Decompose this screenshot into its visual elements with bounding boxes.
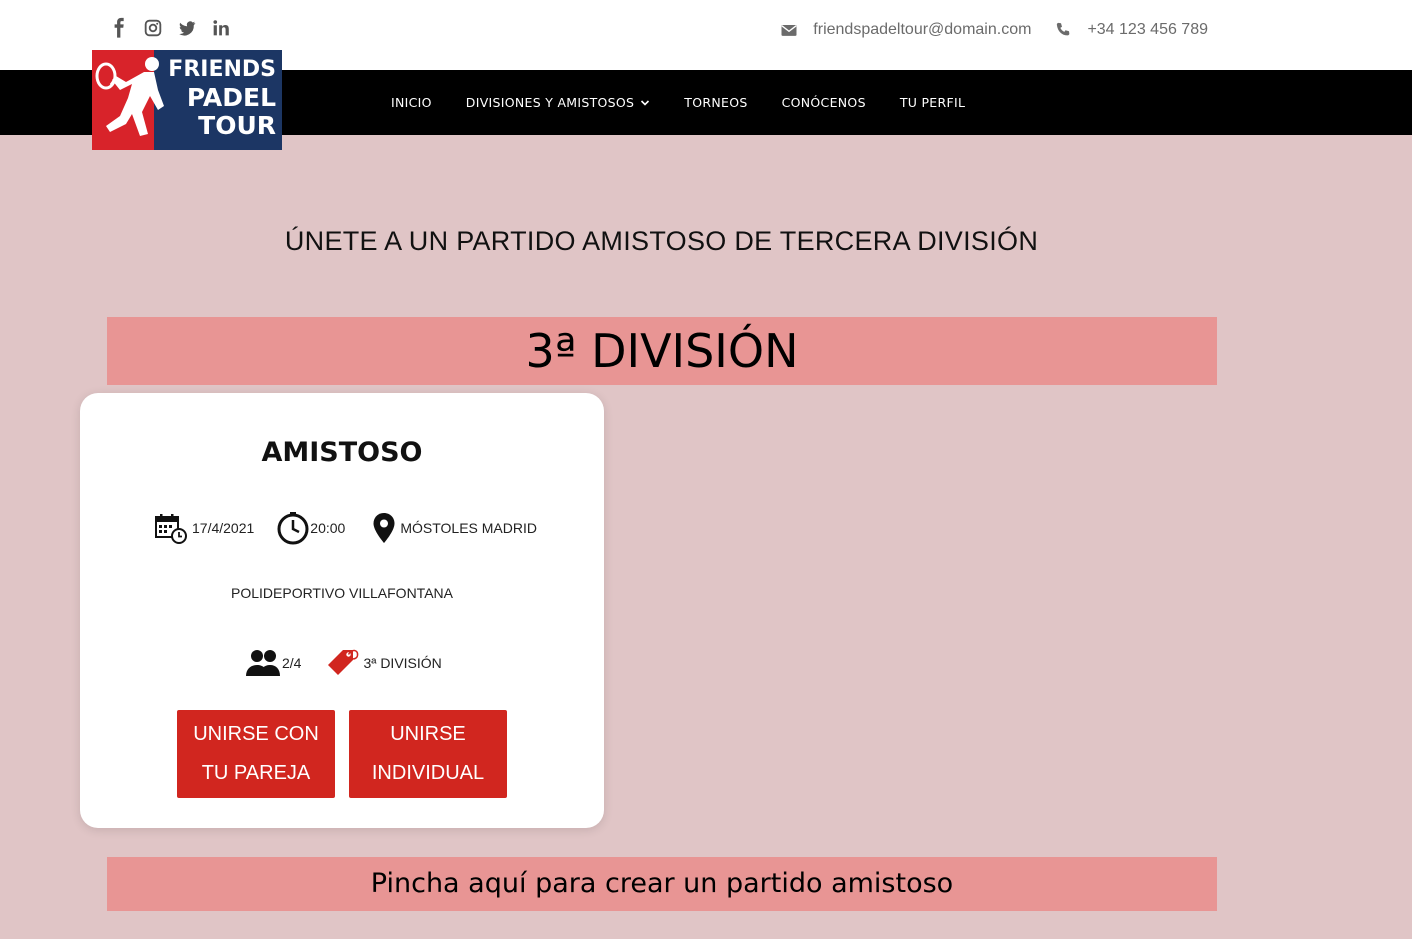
nav-item-conocenos[interactable]: CONÓCENOS bbox=[782, 95, 866, 110]
match-time: 20:00 bbox=[276, 511, 345, 545]
logo-line-3: TOUR bbox=[198, 111, 276, 140]
match-card: AMISTOSO 17/4/2021 20:00 MÓSTOLES MADRID… bbox=[80, 393, 604, 828]
button-label-line-2: INDIVIDUAL bbox=[371, 762, 485, 784]
contact-email[interactable]: friendspadeltour@domain.com bbox=[813, 21, 1031, 39]
social-links bbox=[108, 17, 244, 39]
users-icon bbox=[246, 650, 280, 676]
instagram-icon[interactable] bbox=[142, 17, 164, 39]
logo-text: FRIENDS PADEL TOUR bbox=[156, 56, 276, 140]
button-label-line-2: TU PAREJA bbox=[201, 762, 311, 784]
nav-item-label: INICIO bbox=[391, 95, 432, 110]
facebook-icon[interactable] bbox=[108, 17, 130, 39]
match-players-value: 2/4 bbox=[282, 655, 302, 671]
contact-phone[interactable]: +34 123 456 789 bbox=[1087, 21, 1208, 39]
phone-icon bbox=[1057, 22, 1070, 36]
main-nav: INICIO DIVISIONES Y AMISTOSOS TORNEOS CO… bbox=[391, 70, 999, 135]
page-title: ÚNETE A UN PARTIDO AMISTOSO DE TERCERA D… bbox=[284, 226, 1039, 256]
match-division: 3ª DIVISIÓN bbox=[325, 645, 442, 681]
match-date-value: 17/4/2021 bbox=[192, 520, 255, 536]
nav-item-torneos[interactable]: TORNEOS bbox=[684, 95, 747, 110]
match-time-value: 20:00 bbox=[310, 520, 346, 536]
match-players: 2/4 bbox=[246, 649, 301, 677]
match-location: MÓSTOLES MADRID bbox=[371, 512, 537, 544]
nav-item-label: DIVISIONES Y AMISTOSOS bbox=[465, 95, 635, 110]
nav-item-label: TORNEOS bbox=[684, 95, 748, 110]
division-banner: 3ª DIVISIÓN bbox=[107, 317, 1217, 385]
logo-line-1: FRIENDS bbox=[168, 57, 276, 82]
join-individual-button[interactable]: UNIRSE INDIVIDUAL bbox=[349, 710, 507, 798]
envelope-icon bbox=[781, 25, 797, 36]
linkedin-icon[interactable] bbox=[210, 17, 232, 39]
twitter-icon[interactable] bbox=[176, 17, 198, 39]
match-date: 17/4/2021 bbox=[154, 512, 254, 544]
map-pin-icon bbox=[373, 513, 395, 543]
match-card-title: AMISTOSO bbox=[261, 437, 423, 468]
match-meta-row: 2/4 3ª DIVISIÓN bbox=[246, 645, 442, 681]
button-label-line-1: UNIRSE CON bbox=[193, 723, 319, 745]
join-with-partner-button[interactable]: UNIRSE CON TU PAREJA bbox=[177, 710, 335, 798]
nav-item-label: TU PERFIL bbox=[899, 95, 966, 110]
contact-info: friendspadeltour@domain.com +34 123 456 … bbox=[779, 20, 1208, 40]
logo-line-2: PADEL bbox=[186, 83, 276, 112]
create-friendly-link[interactable]: Pincha aquí para crear un partido amisto… bbox=[107, 857, 1217, 911]
match-location-value: MÓSTOLES MADRID bbox=[400, 520, 537, 536]
chevron-down-icon bbox=[641, 99, 650, 106]
nav-item-divisiones[interactable]: DIVISIONES Y AMISTOSOS bbox=[466, 95, 651, 110]
match-division-value: 3ª DIVISIÓN bbox=[363, 655, 442, 671]
site-logo[interactable]: FRIENDS PADEL TOUR bbox=[92, 50, 282, 150]
button-label-line-1: UNIRSE bbox=[390, 723, 466, 745]
calendar-clock-icon bbox=[155, 514, 187, 544]
price-tag-icon bbox=[328, 649, 359, 675]
nav-item-inicio[interactable]: INICIO bbox=[391, 95, 432, 110]
nav-item-label: CONÓCENOS bbox=[781, 95, 866, 110]
nav-item-tu-perfil[interactable]: TU PERFIL bbox=[900, 95, 965, 110]
clock-icon bbox=[277, 512, 309, 545]
match-details-row: 17/4/2021 20:00 MÓSTOLES MADRID bbox=[154, 511, 537, 545]
match-venue: POLIDEPORTIVO VILLAFONTANA bbox=[231, 585, 453, 601]
